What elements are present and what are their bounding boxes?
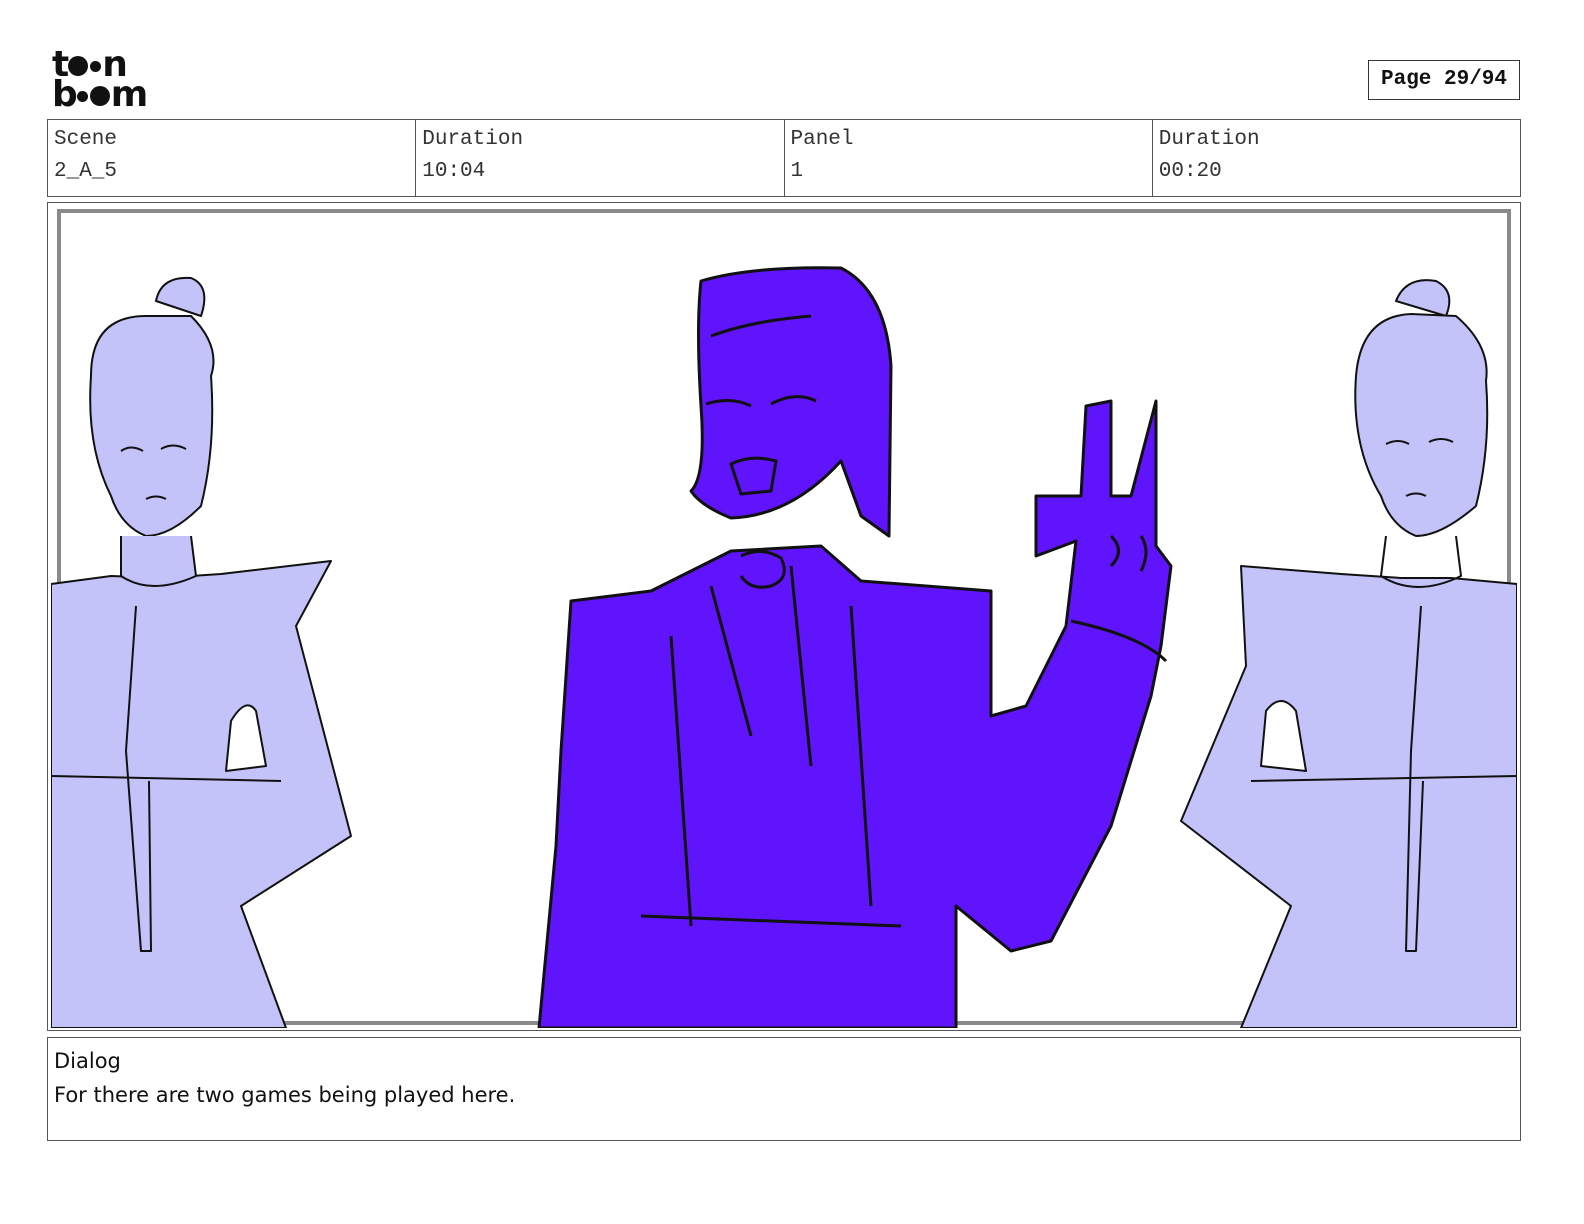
panel-value: 1 xyxy=(790,160,804,183)
scene-duration-value: 10:04 xyxy=(422,160,486,183)
dialog-text: For there are two games being played her… xyxy=(54,1083,516,1107)
left-figure xyxy=(51,276,352,1028)
logo-dot xyxy=(90,60,102,72)
logo-letter: b xyxy=(52,74,78,115)
scene-info-table: Scene 2_A_5 Duration 10:04 Panel 1 Durat… xyxy=(47,119,1521,197)
scene-value: 2_A_5 xyxy=(54,160,118,183)
panel-drawing xyxy=(51,209,1517,1028)
main-figure xyxy=(537,266,1173,1028)
storyboard-panel xyxy=(47,202,1521,1031)
page-number: Page 29/94 xyxy=(1368,60,1520,100)
dialog-box: Dialog For there are two games being pla… xyxy=(47,1037,1521,1141)
logo-line-2: bm xyxy=(52,77,172,113)
scene-label: Scene xyxy=(54,128,118,151)
dialog-label: Dialog xyxy=(54,1049,121,1073)
scene-cell: Scene 2_A_5 xyxy=(48,120,417,196)
logo-dot xyxy=(76,90,88,102)
panel-duration-cell: Duration 00:20 xyxy=(1153,120,1520,196)
scene-duration-label: Duration xyxy=(422,128,524,151)
logo-dot xyxy=(68,56,89,76)
logo-letter: m xyxy=(110,74,148,115)
logo-dot xyxy=(89,86,110,106)
panel-cell: Panel 1 xyxy=(785,120,1153,196)
scene-duration-cell: Duration 10:04 xyxy=(416,120,785,196)
panel-label: Panel xyxy=(790,128,854,151)
panel-duration-value: 00:20 xyxy=(1158,160,1222,183)
panel-duration-label: Duration xyxy=(1158,128,1260,151)
right-figure xyxy=(1180,279,1517,1028)
toonboom-logo: tn bm xyxy=(52,47,172,114)
